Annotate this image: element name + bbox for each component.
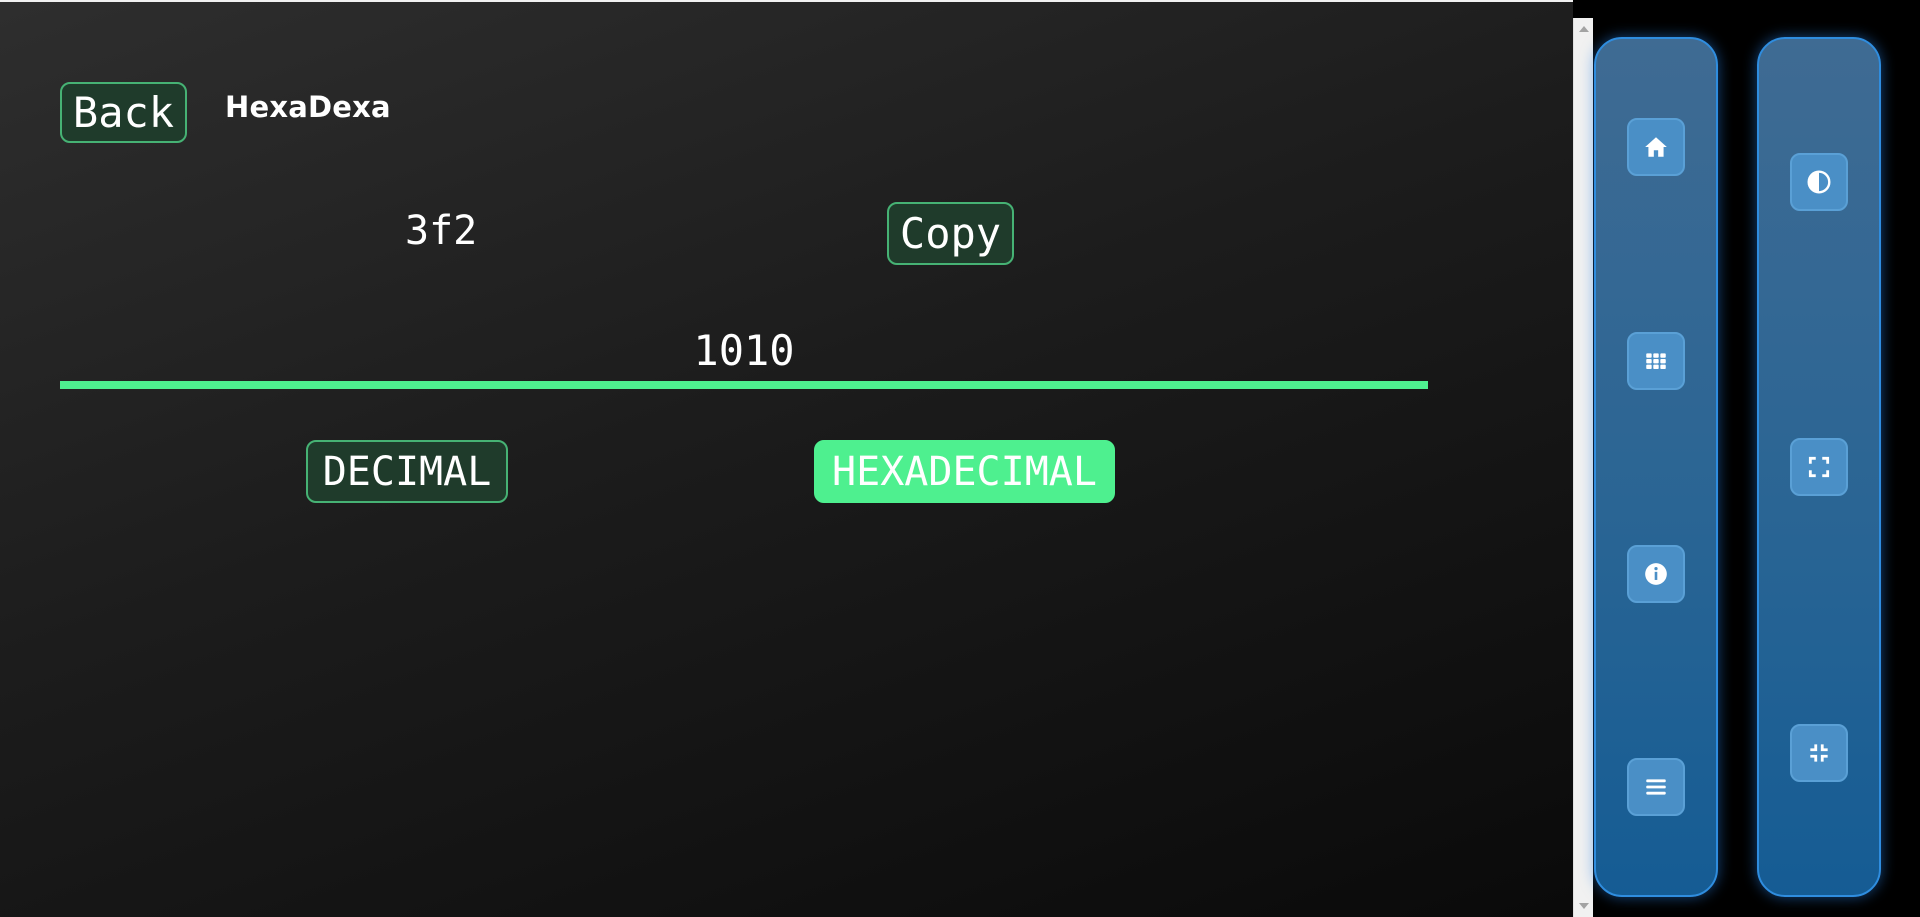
menu-icon — [1643, 774, 1669, 800]
app-frame: Back HexaDexa 3f2 Copy DECIMAL HEXADECIM… — [0, 0, 1920, 917]
info-button[interactable] — [1627, 545, 1685, 603]
scroll-thumb[interactable] — [1577, 40, 1591, 890]
conversion-result: 3f2 — [405, 208, 478, 254]
contrast-icon — [1806, 169, 1832, 195]
fullscreen-button[interactable] — [1790, 438, 1848, 496]
tools-panel — [1757, 37, 1881, 897]
back-button[interactable]: Back — [60, 82, 187, 143]
decimal-mode-button[interactable]: DECIMAL — [306, 440, 508, 503]
scroll-up-arrow[interactable] — [1579, 26, 1589, 32]
brand-title: HexaDexa — [225, 90, 391, 124]
exit-fullscreen-button[interactable] — [1790, 724, 1848, 782]
home-button[interactable] — [1627, 118, 1685, 176]
copy-button[interactable]: Copy — [887, 202, 1014, 265]
scrollbar[interactable] — [1573, 18, 1593, 917]
input-underline — [60, 381, 1428, 389]
grid-icon — [1643, 348, 1669, 374]
number-input[interactable] — [60, 326, 1428, 375]
side-nav-panel — [1594, 37, 1718, 897]
fullscreen-icon — [1806, 454, 1832, 480]
info-icon — [1643, 561, 1669, 587]
contrast-button[interactable] — [1790, 153, 1848, 211]
main-area: Back HexaDexa 3f2 Copy DECIMAL HEXADECIM… — [0, 0, 1573, 917]
home-icon — [1643, 134, 1669, 160]
grid-button[interactable] — [1627, 332, 1685, 390]
menu-button[interactable] — [1627, 758, 1685, 816]
scroll-down-arrow[interactable] — [1579, 903, 1589, 909]
hexadecimal-mode-button[interactable]: HEXADECIMAL — [814, 440, 1115, 503]
exit-fullscreen-icon — [1806, 740, 1832, 766]
